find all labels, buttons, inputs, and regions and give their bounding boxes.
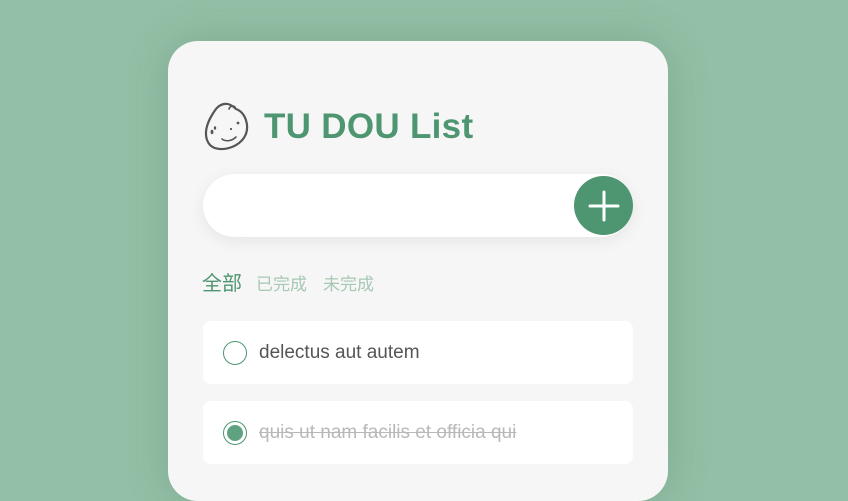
tab-completed[interactable]: 已完成 bbox=[256, 270, 307, 295]
todo-text: quis ut nam facilis et officia qui bbox=[259, 421, 517, 443]
todo-checkbox-checked[interactable] bbox=[223, 420, 247, 445]
todo-item[interactable]: delectus aut autem bbox=[203, 321, 633, 384]
header: TU DOU List bbox=[202, 99, 473, 155]
app-title: TU DOU List bbox=[264, 107, 474, 146]
tab-uncompleted[interactable]: 未完成 bbox=[323, 270, 374, 295]
todo-checkbox[interactable] bbox=[223, 340, 247, 365]
add-todo-bar bbox=[203, 174, 633, 237]
todo-text: delectus aut autem bbox=[259, 341, 420, 363]
potato-icon bbox=[202, 101, 250, 153]
todo-card: TU DOU List 全部 已完成 未完成 delectus aut aute… bbox=[168, 41, 668, 501]
plus-icon bbox=[588, 190, 619, 221]
tab-all[interactable]: 全部 bbox=[202, 267, 242, 296]
filter-tabs: 全部 已完成 未完成 bbox=[202, 267, 390, 296]
new-todo-input[interactable] bbox=[227, 188, 561, 224]
add-todo-button[interactable] bbox=[574, 176, 633, 235]
todo-item[interactable]: quis ut nam facilis et officia qui bbox=[203, 401, 633, 464]
